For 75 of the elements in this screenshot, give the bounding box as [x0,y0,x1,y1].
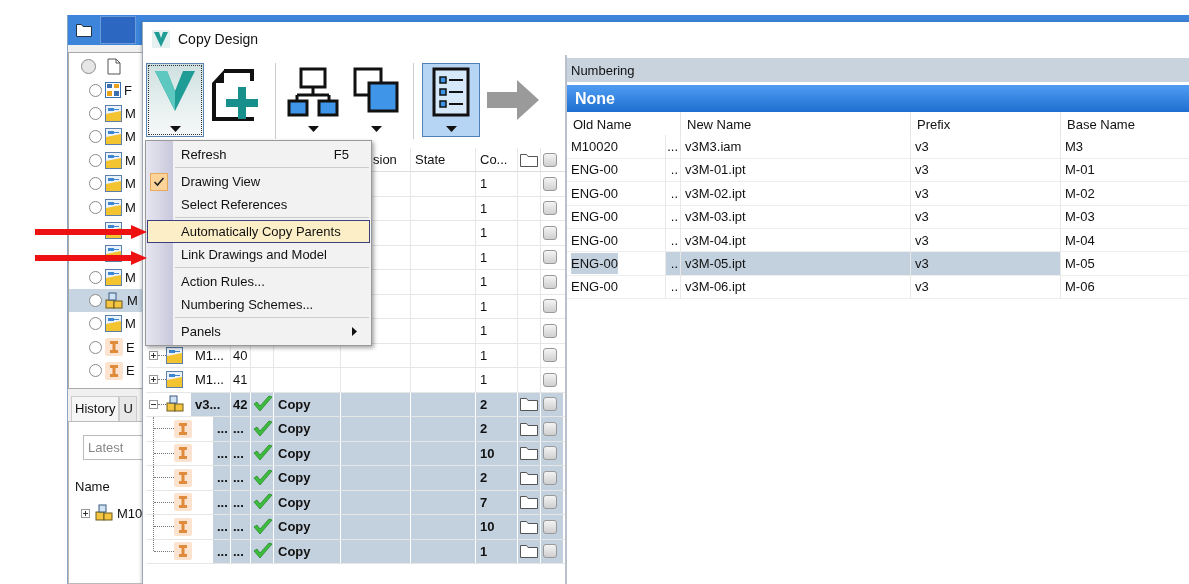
count-text: 1 [480,543,488,559]
table-cell: v3M-02.ipt [681,182,911,206]
count-text: 1 [480,298,488,314]
table-cell: M-02 [1061,182,1189,206]
table-cell: v3M-06.ipt [681,275,911,300]
table-cell: .. [666,205,681,229]
count-text: 2 [480,470,488,486]
table-cell: v3 [911,252,1061,276]
table-cell: v3 [911,135,1061,159]
table-cell: .. [666,182,681,206]
table-cell: ... [666,135,681,159]
action-text: Copy [278,470,311,486]
table-cell: .. [666,252,681,276]
action-text: Copy [278,421,311,437]
table-cell: M-03 [1061,205,1189,229]
count-text: 1 [480,249,488,265]
file-name: ... [217,421,228,437]
item-number: 41 [233,372,248,388]
file-name: ... [217,543,228,559]
count-text: 10 [480,519,495,535]
file-name: M1... [195,347,224,363]
item-number: ... [233,470,244,486]
count-text: 1 [480,225,488,241]
table-cell-text: ENG-00 [571,231,618,250]
count-text: 1 [480,200,488,216]
action-text: Copy [278,519,311,535]
item-number: 40 [233,347,248,363]
table-cell: v3M3.iam [681,135,911,159]
window-title: Copy Design [178,30,259,47]
count-text: 1 [480,347,488,363]
count-text: 7 [480,494,488,510]
table-cell: v3 [911,275,1061,300]
item-number: ... [233,543,244,559]
table-cell: v3M-01.ipt [681,158,911,183]
table-cell: M-06 [1061,275,1189,300]
table-cell-text: ENG-00 [571,208,618,227]
count-text: 1 [480,176,488,192]
file-name: ... [217,445,228,461]
table-cell-text: ENG-00 [571,184,618,203]
file-name: ... [217,494,228,510]
table-cell: M3 [1061,135,1189,159]
item-number: 42 [233,396,248,412]
table-cell: v3 [911,158,1061,183]
table-cell: .. [666,275,681,300]
table-cell: M-05 [1061,252,1189,276]
file-name: M1... [195,372,224,388]
count-text: 2 [480,396,488,412]
panel-header: Numbering [567,58,1189,82]
file-name: ... [217,470,228,486]
table-cell: M-04 [1061,228,1189,253]
item-number: ... [233,445,244,461]
file-name: v3... [195,396,221,412]
table-cell-text: ENG-00 [571,161,618,180]
file-name: ... [217,519,228,535]
action-text: Copy [278,445,311,461]
count-text: 2 [480,421,488,437]
action-text: Copy [278,494,311,510]
count-text: 1 [480,323,488,339]
table-cell: v3M-05.ipt [681,252,911,276]
item-number: ... [233,519,244,535]
table-cell: M-01 [1061,158,1189,183]
table-cell: v3 [911,205,1061,229]
count-text: 10 [480,445,495,461]
table-cell-text: ENG-00 [571,278,618,297]
action-text: Copy [278,396,311,412]
count-text: 1 [480,372,488,388]
table-cell: v3M-03.ipt [681,205,911,229]
table-cell: .. [666,158,681,183]
action-text: Copy [278,543,311,559]
item-number: ... [233,421,244,437]
count-text: 1 [480,274,488,290]
table-cell-text: M10020 [571,138,618,157]
item-number: ... [233,494,244,510]
table-cell: v3 [911,182,1061,206]
table-cell: ENG-00 [571,253,618,275]
